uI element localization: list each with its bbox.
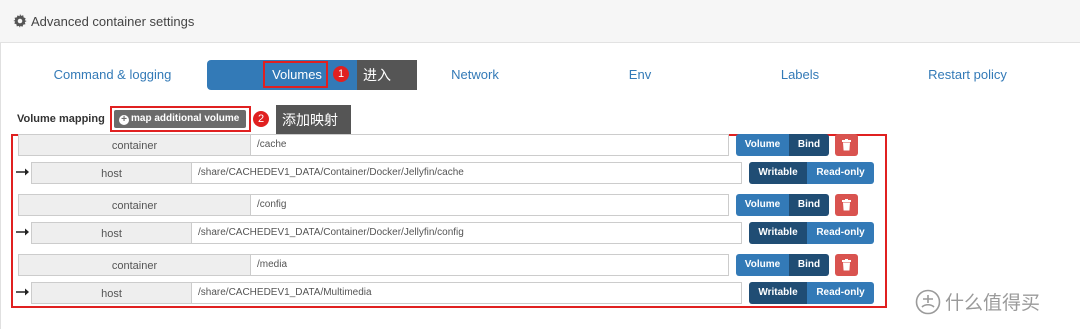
volume-type-button[interactable]: Volume xyxy=(736,134,789,156)
volume-mapping-label: Volume mapping xyxy=(17,113,105,125)
container-path-input[interactable]: /config xyxy=(251,194,729,216)
read-only-button[interactable]: Read-only xyxy=(807,162,874,184)
bind-type-button[interactable]: Bind xyxy=(789,134,829,156)
step-1-callout: 进入 xyxy=(357,60,417,90)
arrow-right-icon xyxy=(16,288,29,296)
volumes-tab-highlight xyxy=(263,61,328,88)
tab-env[interactable]: Env xyxy=(590,60,690,90)
watermark: 什么值得买 xyxy=(915,288,1040,315)
panel-header: Advanced container settings xyxy=(0,0,1080,43)
writable-button[interactable]: Writable xyxy=(749,222,807,244)
step-2-badge: 2 xyxy=(253,111,269,127)
trash-icon xyxy=(842,139,851,151)
arrow-right-icon xyxy=(16,228,29,236)
step-1-badge: 1 xyxy=(333,66,349,82)
arrow-right-icon xyxy=(16,168,29,176)
remove-volume-button[interactable] xyxy=(835,254,858,276)
host-label: host xyxy=(31,282,192,304)
tab-command-logging[interactable]: Command & logging xyxy=(30,60,195,90)
gear-icon xyxy=(13,14,27,28)
trash-icon xyxy=(842,259,851,271)
writable-button[interactable]: Writable xyxy=(749,162,807,184)
bind-type-button[interactable]: Bind xyxy=(789,254,829,276)
add-button-highlight xyxy=(110,106,251,132)
tab-network[interactable]: Network xyxy=(420,60,530,90)
container-label: container xyxy=(18,194,251,216)
step-2-callout: 添加映射 xyxy=(276,105,351,135)
host-path-input[interactable]: /share/CACHEDEV1_DATA/Multimedia xyxy=(192,282,742,304)
panel-title: Advanced container settings xyxy=(31,14,195,29)
trash-icon xyxy=(842,199,851,211)
watermark-text: 什么值得买 xyxy=(945,293,1041,314)
remove-volume-button[interactable] xyxy=(835,134,858,156)
read-only-button[interactable]: Read-only xyxy=(807,222,874,244)
host-label: host xyxy=(31,222,192,244)
tab-labels[interactable]: Labels xyxy=(740,60,860,90)
container-label: container xyxy=(18,134,251,156)
volume-type-button[interactable]: Volume xyxy=(736,194,789,216)
watermark-logo-icon xyxy=(915,289,941,315)
volume-type-button[interactable]: Volume xyxy=(736,254,789,276)
host-path-input[interactable]: /share/CACHEDEV1_DATA/Container/Docker/J… xyxy=(192,222,742,244)
container-path-input[interactable]: /cache xyxy=(251,134,729,156)
writable-button[interactable]: Writable xyxy=(749,282,807,304)
bind-type-button[interactable]: Bind xyxy=(789,194,829,216)
read-only-button[interactable]: Read-only xyxy=(807,282,874,304)
remove-volume-button[interactable] xyxy=(835,194,858,216)
container-label: container xyxy=(18,254,251,276)
host-label: host xyxy=(31,162,192,184)
tab-restart-policy[interactable]: Restart policy xyxy=(900,60,1035,90)
container-path-input[interactable]: /media xyxy=(251,254,729,276)
host-path-input[interactable]: /share/CACHEDEV1_DATA/Container/Docker/J… xyxy=(192,162,742,184)
